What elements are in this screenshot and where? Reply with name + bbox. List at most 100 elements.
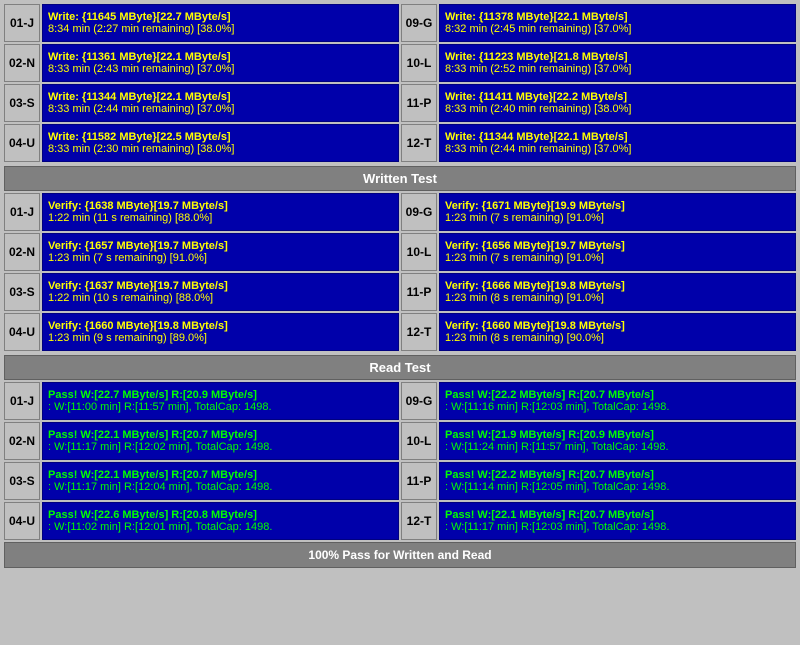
right-cell-line1-1: Pass! W:[21.9 MByte/s] R:[20.9 MByte/s] bbox=[445, 429, 790, 441]
right-cell-line1-3: Pass! W:[22.1 MByte/s] R:[20.7 MByte/s] bbox=[445, 509, 790, 521]
left-cell-0: Write: {11645 MByte}[22.7 MByte/s]8:34 m… bbox=[42, 4, 399, 42]
data-row-3: 04-UWrite: {11582 MByte}[22.5 MByte/s]8:… bbox=[4, 124, 796, 162]
left-label-3: 04-U bbox=[4, 124, 40, 162]
right-cell-line2-0: : W:[11:16 min] R:[12:03 min], TotalCap:… bbox=[445, 401, 790, 413]
right-label-1: 10-L bbox=[401, 422, 437, 460]
data-row-0: 01-JVerify: {1638 MByte}[19.7 MByte/s]1:… bbox=[4, 193, 796, 231]
right-cell-line2-1: 1:23 min (7 s remaining) [91.0%] bbox=[445, 252, 790, 264]
left-cell-2: Pass! W:[22.1 MByte/s] R:[20.7 MByte/s]:… bbox=[42, 462, 399, 500]
right-label-2: 11-P bbox=[401, 84, 437, 122]
left-cell-line1-0: Verify: {1638 MByte}[19.7 MByte/s] bbox=[48, 200, 393, 212]
left-cell-1: Pass! W:[22.1 MByte/s] R:[20.7 MByte/s]:… bbox=[42, 422, 399, 460]
left-cell-line2-0: 8:34 min (2:27 min remaining) [38.0%] bbox=[48, 23, 393, 35]
right-label-0: 09-G bbox=[401, 382, 437, 420]
read-test-header: Read Test bbox=[4, 355, 796, 380]
left-cell-line1-0: Pass! W:[22.7 MByte/s] R:[20.9 MByte/s] bbox=[48, 389, 393, 401]
left-cell-line2-2: 1:22 min (10 s remaining) [88.0%] bbox=[48, 292, 393, 304]
left-label-0: 01-J bbox=[4, 4, 40, 42]
left-label-0: 01-J bbox=[4, 382, 40, 420]
left-label-0: 01-J bbox=[4, 193, 40, 231]
data-row-1: 02-NPass! W:[22.1 MByte/s] R:[20.7 MByte… bbox=[4, 422, 796, 460]
left-cell-line2-3: 8:33 min (2:30 min remaining) [38.0%] bbox=[48, 143, 393, 155]
left-cell-line2-1: : W:[11:17 min] R:[12:02 min], TotalCap:… bbox=[48, 441, 393, 453]
left-cell-2: Write: {11344 MByte}[22.1 MByte/s]8:33 m… bbox=[42, 84, 399, 122]
left-cell-3: Verify: {1660 MByte}[19.8 MByte/s]1:23 m… bbox=[42, 313, 399, 351]
right-cell-line2-3: 1:23 min (8 s remaining) [90.0%] bbox=[445, 332, 790, 344]
right-cell-line1-3: Verify: {1660 MByte}[19.8 MByte/s] bbox=[445, 320, 790, 332]
right-cell-line2-3: 8:33 min (2:44 min remaining) [37.0%] bbox=[445, 143, 790, 155]
right-cell-1: Write: {11223 MByte}[21.8 MByte/s]8:33 m… bbox=[439, 44, 796, 82]
right-cell-line2-2: 1:23 min (8 s remaining) [91.0%] bbox=[445, 292, 790, 304]
right-cell-line1-2: Pass! W:[22.2 MByte/s] R:[20.7 MByte/s] bbox=[445, 469, 790, 481]
right-cell-3: Write: {11344 MByte}[22.1 MByte/s]8:33 m… bbox=[439, 124, 796, 162]
main-container: 01-JWrite: {11645 MByte}[22.7 MByte/s]8:… bbox=[0, 0, 800, 572]
right-label-1: 10-L bbox=[401, 44, 437, 82]
data-row-1: 02-NWrite: {11361 MByte}[22.1 MByte/s]8:… bbox=[4, 44, 796, 82]
right-cell-3: Pass! W:[22.1 MByte/s] R:[20.7 MByte/s]:… bbox=[439, 502, 796, 540]
right-label-2: 11-P bbox=[401, 462, 437, 500]
data-row-2: 03-SVerify: {1637 MByte}[19.7 MByte/s]1:… bbox=[4, 273, 796, 311]
right-cell-3: Verify: {1660 MByte}[19.8 MByte/s]1:23 m… bbox=[439, 313, 796, 351]
left-cell-line2-2: 8:33 min (2:44 min remaining) [37.0%] bbox=[48, 103, 393, 115]
left-cell-1: Verify: {1657 MByte}[19.7 MByte/s]1:23 m… bbox=[42, 233, 399, 271]
left-cell-line1-1: Pass! W:[22.1 MByte/s] R:[20.7 MByte/s] bbox=[48, 429, 393, 441]
right-cell-line2-2: : W:[11:14 min] R:[12:05 min], TotalCap:… bbox=[445, 481, 790, 493]
write-section: 01-JWrite: {11645 MByte}[22.7 MByte/s]8:… bbox=[4, 4, 796, 162]
data-row-3: 04-UVerify: {1660 MByte}[19.8 MByte/s]1:… bbox=[4, 313, 796, 351]
right-cell-2: Verify: {1666 MByte}[19.8 MByte/s]1:23 m… bbox=[439, 273, 796, 311]
verify-section: 01-JVerify: {1638 MByte}[19.7 MByte/s]1:… bbox=[4, 193, 796, 351]
right-cell-1: Verify: {1656 MByte}[19.7 MByte/s]1:23 m… bbox=[439, 233, 796, 271]
left-label-3: 04-U bbox=[4, 313, 40, 351]
right-cell-2: Pass! W:[22.2 MByte/s] R:[20.7 MByte/s]:… bbox=[439, 462, 796, 500]
right-cell-1: Pass! W:[21.9 MByte/s] R:[20.9 MByte/s]:… bbox=[439, 422, 796, 460]
right-cell-2: Write: {11411 MByte}[22.2 MByte/s]8:33 m… bbox=[439, 84, 796, 122]
footer-bar: 100% Pass for Written and Read bbox=[4, 542, 796, 568]
right-cell-line2-0: 1:23 min (7 s remaining) [91.0%] bbox=[445, 212, 790, 224]
left-label-1: 02-N bbox=[4, 422, 40, 460]
right-cell-line1-0: Write: {11378 MByte}[22.1 MByte/s] bbox=[445, 11, 790, 23]
written-test-header: Written Test bbox=[4, 166, 796, 191]
left-cell-line1-3: Verify: {1660 MByte}[19.8 MByte/s] bbox=[48, 320, 393, 332]
right-cell-line1-3: Write: {11344 MByte}[22.1 MByte/s] bbox=[445, 131, 790, 143]
data-row-0: 01-JWrite: {11645 MByte}[22.7 MByte/s]8:… bbox=[4, 4, 796, 42]
left-cell-line1-2: Pass! W:[22.1 MByte/s] R:[20.7 MByte/s] bbox=[48, 469, 393, 481]
left-cell-line2-2: : W:[11:17 min] R:[12:04 min], TotalCap:… bbox=[48, 481, 393, 493]
left-cell-line2-0: : W:[11:00 min] R:[11:57 min], TotalCap:… bbox=[48, 401, 393, 413]
right-cell-line2-3: : W:[11:17 min] R:[12:03 min], TotalCap:… bbox=[445, 521, 790, 533]
left-cell-line1-1: Verify: {1657 MByte}[19.7 MByte/s] bbox=[48, 240, 393, 252]
left-cell-line1-2: Write: {11344 MByte}[22.1 MByte/s] bbox=[48, 91, 393, 103]
left-label-2: 03-S bbox=[4, 273, 40, 311]
right-cell-line2-1: 8:33 min (2:52 min remaining) [37.0%] bbox=[445, 63, 790, 75]
right-label-2: 11-P bbox=[401, 273, 437, 311]
right-cell-line2-0: 8:32 min (2:45 min remaining) [37.0%] bbox=[445, 23, 790, 35]
left-cell-3: Pass! W:[22.6 MByte/s] R:[20.8 MByte/s]:… bbox=[42, 502, 399, 540]
left-cell-line1-3: Pass! W:[22.6 MByte/s] R:[20.8 MByte/s] bbox=[48, 509, 393, 521]
right-label-3: 12-T bbox=[401, 124, 437, 162]
right-label-3: 12-T bbox=[401, 502, 437, 540]
right-label-1: 10-L bbox=[401, 233, 437, 271]
right-cell-0: Write: {11378 MByte}[22.1 MByte/s]8:32 m… bbox=[439, 4, 796, 42]
left-cell-0: Pass! W:[22.7 MByte/s] R:[20.9 MByte/s]:… bbox=[42, 382, 399, 420]
data-row-2: 03-SPass! W:[22.1 MByte/s] R:[20.7 MByte… bbox=[4, 462, 796, 500]
left-label-2: 03-S bbox=[4, 462, 40, 500]
left-cell-line2-3: 1:23 min (9 s remaining) [89.0%] bbox=[48, 332, 393, 344]
data-row-3: 04-UPass! W:[22.6 MByte/s] R:[20.8 MByte… bbox=[4, 502, 796, 540]
right-cell-line1-0: Pass! W:[22.2 MByte/s] R:[20.7 MByte/s] bbox=[445, 389, 790, 401]
right-cell-line1-1: Write: {11223 MByte}[21.8 MByte/s] bbox=[445, 51, 790, 63]
left-cell-line2-1: 1:23 min (7 s remaining) [91.0%] bbox=[48, 252, 393, 264]
right-cell-line2-2: 8:33 min (2:40 min remaining) [38.0%] bbox=[445, 103, 790, 115]
right-label-0: 09-G bbox=[401, 4, 437, 42]
left-cell-line1-3: Write: {11582 MByte}[22.5 MByte/s] bbox=[48, 131, 393, 143]
left-cell-3: Write: {11582 MByte}[22.5 MByte/s]8:33 m… bbox=[42, 124, 399, 162]
right-cell-line1-2: Verify: {1666 MByte}[19.8 MByte/s] bbox=[445, 280, 790, 292]
left-cell-line2-0: 1:22 min (11 s remaining) [88.0%] bbox=[48, 212, 393, 224]
data-row-2: 03-SWrite: {11344 MByte}[22.1 MByte/s]8:… bbox=[4, 84, 796, 122]
left-cell-0: Verify: {1638 MByte}[19.7 MByte/s]1:22 m… bbox=[42, 193, 399, 231]
right-cell-line1-1: Verify: {1656 MByte}[19.7 MByte/s] bbox=[445, 240, 790, 252]
right-cell-0: Verify: {1671 MByte}[19.9 MByte/s]1:23 m… bbox=[439, 193, 796, 231]
right-cell-line2-1: : W:[11:24 min] R:[11:57 min], TotalCap:… bbox=[445, 441, 790, 453]
left-cell-1: Write: {11361 MByte}[22.1 MByte/s]8:33 m… bbox=[42, 44, 399, 82]
data-row-0: 01-JPass! W:[22.7 MByte/s] R:[20.9 MByte… bbox=[4, 382, 796, 420]
left-label-3: 04-U bbox=[4, 502, 40, 540]
left-label-1: 02-N bbox=[4, 233, 40, 271]
